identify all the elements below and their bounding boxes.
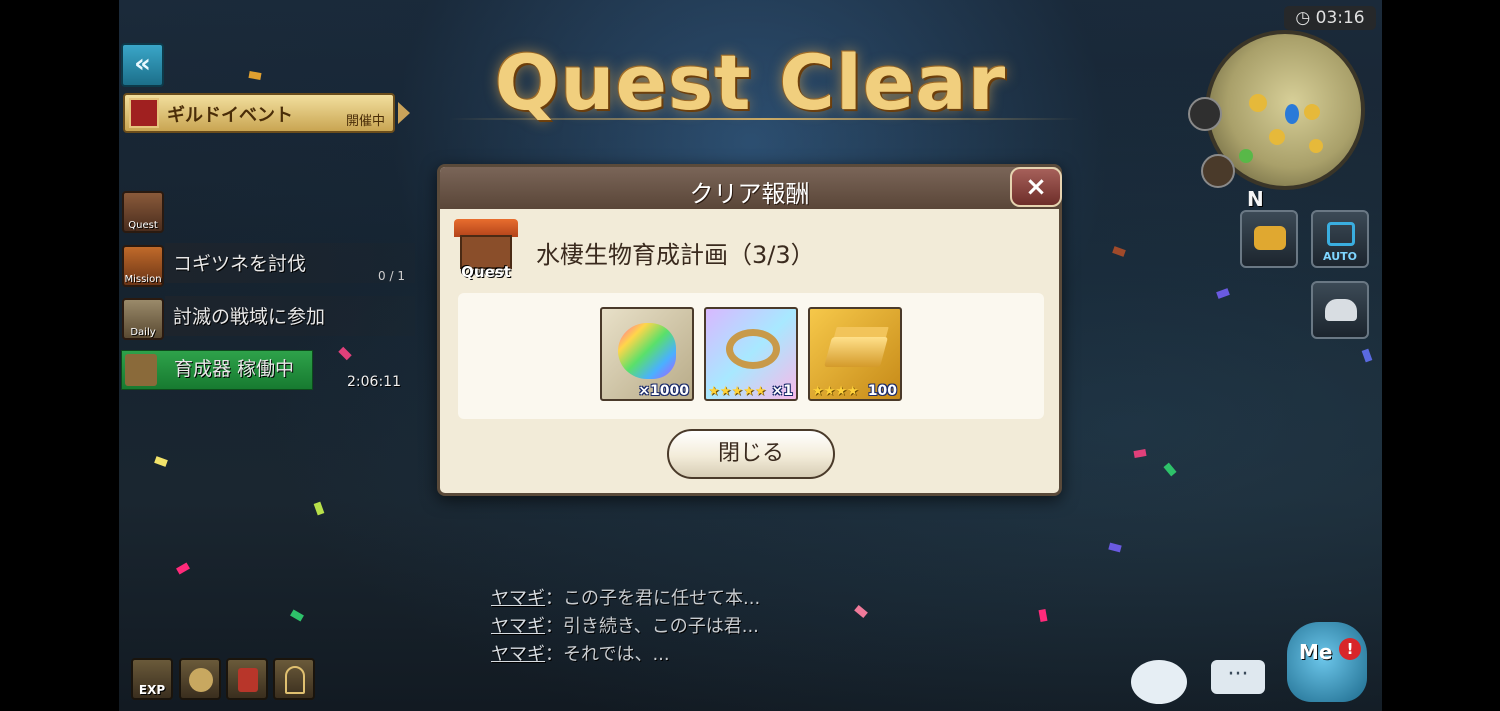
reward-qty: 100 [867,383,897,399]
chat-speaker[interactable]: ヤマギ [491,588,545,609]
dialog-header: クリア報酬 [440,167,1059,209]
party-icon [1325,299,1357,321]
reward-item[interactable]: ×1000 [600,307,694,401]
mission-row[interactable]: コギツネを討伐 0 / 1 [165,243,415,283]
emote-icon[interactable] [1131,660,1187,704]
cage-button[interactable] [273,658,315,700]
chat-icon[interactable]: ··· [1211,660,1265,694]
reward-item[interactable]: ★★★★★ ×1 [704,307,798,401]
chat-line: ヤマギ：それでは、... [491,640,670,666]
daily-icon[interactable]: Daily [122,298,164,340]
reward-stars: ★★★★★ [708,384,767,399]
reward-qty: ×1000 [638,383,689,399]
confetti [1112,246,1126,257]
chat-text: ：それでは、... [545,644,670,665]
map-marker [1304,104,1320,120]
close-dialog-button[interactable]: 閉じる [667,429,835,479]
confetti [1038,608,1048,623]
quest-menu-icon[interactable]: Quest [122,191,164,233]
confetti [1108,542,1122,553]
chat-line: ヤマギ：この子を君に任せて本... [491,584,760,610]
notification-badge: ! [1339,638,1361,660]
dialog-title: クリア報酬 [689,180,810,208]
me-label: Me [1299,640,1333,664]
quest-name: 水棲生物育成計画（3/3） [536,241,815,269]
confetti [290,609,304,622]
compass-north: N [1247,187,1264,211]
confetti [176,562,190,575]
incubator-icon [125,354,157,386]
chat-text: ：引き続き、この子は君... [545,616,759,637]
rainbow-dragon-crystal-icon [618,323,676,379]
pet-icon[interactable] [1201,154,1235,188]
auto-button[interactable]: AUTO [1311,210,1369,268]
party-button[interactable] [1311,281,1369,339]
clock: ◷ 03:16 [1284,6,1376,30]
confetti [1163,462,1177,477]
auto-icon [1327,222,1355,246]
compass-button[interactable] [179,658,221,700]
player-location-icon [1285,104,1299,124]
daily-tag: Daily [130,327,156,338]
confetti [338,346,352,361]
confetti [1216,288,1230,299]
incubator-text: 育成器 稼働中 [174,358,295,380]
boots-button[interactable] [226,658,268,700]
cage-icon [285,666,305,694]
chat-speaker[interactable]: ヤマギ [491,616,545,637]
exp-button[interactable]: EXP [131,658,173,700]
daily-text: 討滅の戦域に参加 [173,306,326,328]
confetti [854,604,868,619]
auto-label: AUTO [1323,250,1357,263]
mission-tag: Mission [124,274,162,285]
quest-icon-tag: Quest [461,263,511,281]
reward-list: ×1000 ★★★★★ ×1 ★★★★ 100 [458,293,1044,419]
confetti [1133,449,1147,458]
map-marker [1309,139,1323,153]
compass-icon [189,668,213,692]
chat-text: ：この子を君に任せて本... [545,588,761,609]
clock-time: 03:16 [1315,8,1365,28]
gold-bars-icon [823,337,889,367]
confetti [154,456,168,467]
camera-button[interactable] [1240,210,1298,268]
map-toggle-icon[interactable] [1188,97,1222,131]
daily-row[interactable]: 討滅の戦域に参加 [165,296,415,336]
chat-speaker[interactable]: ヤマギ [491,644,545,665]
map-marker [1249,94,1267,112]
game-screen: « ギルドイベント 開催中 Quest Clear Quest Mission … [119,0,1382,711]
incubator-timer: 2:06:11 [347,374,401,390]
reward-item[interactable]: ★★★★ 100 [808,307,902,401]
mission-icon[interactable]: Mission [122,245,164,287]
confetti [313,501,325,516]
reward-stars: ★★★★ [812,384,859,399]
reward-qty: ×1 [771,383,793,399]
close-icon[interactable]: × [1010,167,1062,207]
mission-text: コギツネを討伐 [173,253,307,275]
mission-count: 0 / 1 [378,269,405,283]
boots-icon [238,668,258,692]
quest-menu-tag: Quest [128,220,158,231]
quest-icon: Quest [454,219,518,283]
confetti [1361,348,1373,363]
map-marker [1239,149,1253,163]
map-marker [1269,129,1285,145]
incubator-row[interactable]: 育成器 稼働中 [121,350,313,390]
me-button[interactable]: Me ! [1287,622,1367,702]
camera-icon [1254,226,1286,250]
clock-icon: ◷ [1295,8,1311,28]
gold-bracelet-icon [726,329,780,369]
chat-line: ヤマギ：引き続き、この子は君... [491,612,759,638]
clear-reward-dialog: クリア報酬 × Quest 水棲生物育成計画（3/3） ×1000 ★★★★★ … [437,164,1062,496]
exp-label: EXP [138,683,166,697]
